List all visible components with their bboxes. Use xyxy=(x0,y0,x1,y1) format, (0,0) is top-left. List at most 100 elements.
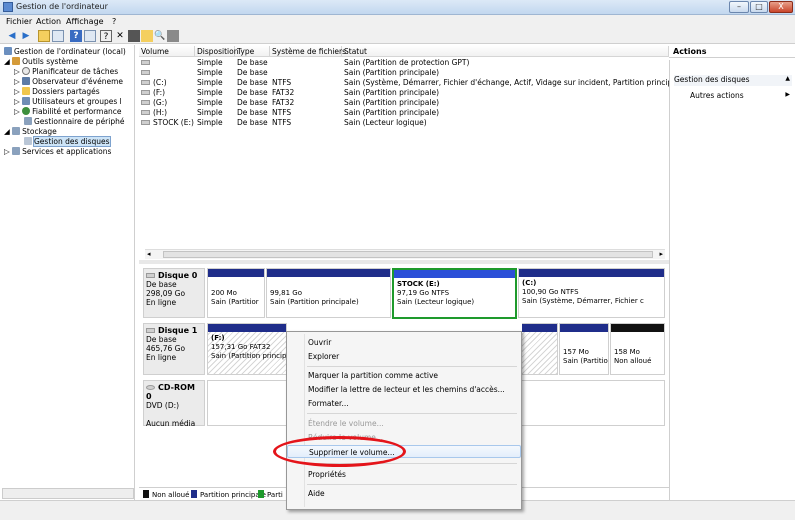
navigation-tree: Gestion de l'ordinateur (local) ◢ Outils… xyxy=(2,45,135,500)
device-manager-icon xyxy=(24,117,32,125)
table-row[interactable]: Simple De base Sain (Partition de protecti… xyxy=(139,58,669,68)
table-row[interactable]: (G:) Simple De base FAT32 Sain (Partition pr… xyxy=(139,98,669,108)
volume-icon xyxy=(141,100,150,105)
column-type[interactable]: Type xyxy=(235,46,270,57)
disk0-partition-stock[interactable]: STOCK (E:) 97,19 Go NTFS Sain (Lecteur l… xyxy=(392,268,517,319)
primary-partition-bar xyxy=(519,269,664,277)
cell-fs: FAT32 xyxy=(272,88,295,97)
disk0-partition-200mo[interactable]: 200 Mo Sain (Partitior xyxy=(207,268,265,318)
cell-fs: NTFS xyxy=(272,108,292,117)
tree-horizontal-scrollbar[interactable] xyxy=(2,488,134,499)
ctx-mark-active[interactable]: Marquer la partition comme active xyxy=(287,369,521,382)
forward-arrow-icon[interactable]: ▶ xyxy=(20,30,32,42)
pane-splitter[interactable] xyxy=(139,260,669,264)
tree-item-local-users[interactable]: ▷ Utilisateurs et groupes l xyxy=(14,97,122,107)
folder-icon[interactable] xyxy=(141,30,153,42)
cdrom0-label[interactable]: CD-ROM 0 DVD (D:) Aucun média xyxy=(143,380,205,428)
disk0-partition-99go[interactable]: 99,81 Go Sain (Partition principale) xyxy=(266,268,391,318)
table-row[interactable]: (C:) Simple De base NTFS Sain (Système, Déma… xyxy=(139,78,684,88)
storage-icon xyxy=(12,127,21,135)
scroll-right-icon[interactable]: ▸ xyxy=(659,250,663,258)
cell-volume: (G:) xyxy=(141,98,167,108)
tree-item-shared-folders[interactable]: ▷ Dossiers partagés xyxy=(14,87,100,97)
table-row[interactable]: Simple De base Sain (Partition principale) xyxy=(139,68,669,78)
toolbar: ◀ ▶ ? ? ✕ 🔍 xyxy=(0,28,795,44)
submenu-arrow-icon: ▶ xyxy=(785,91,790,98)
collapse-up-icon[interactable]: ▲ xyxy=(785,75,790,82)
ctx-explorer[interactable]: Explorer xyxy=(287,350,521,363)
tree-item-root[interactable]: Gestion de l'ordinateur (local) xyxy=(4,47,126,57)
column-disposition[interactable]: Disposition xyxy=(195,46,238,57)
disk0-label[interactable]: Disque 0 De base 298,09 Go En ligne xyxy=(143,268,205,318)
back-arrow-icon[interactable]: ◀ xyxy=(6,30,18,42)
actions-section-disk-management[interactable]: Gestion des disques ▲ xyxy=(674,75,792,86)
cell-status: Sain (Partition de protection GPT) xyxy=(344,58,470,67)
help-icon[interactable]: ? xyxy=(70,30,82,42)
disk-icon xyxy=(146,273,155,278)
legend-swatch xyxy=(191,490,197,498)
disk1-partition-hidden[interactable] xyxy=(522,323,558,375)
disk1-label[interactable]: Disque 1 De base 465,76 Go En ligne xyxy=(143,323,205,375)
column-status[interactable]: Statut xyxy=(342,46,669,57)
cell-volume: (H:) xyxy=(141,108,167,118)
table-row[interactable]: (F:) Simple De base FAT32 Sain (Partition pr… xyxy=(139,88,669,98)
delete-icon[interactable]: ✕ xyxy=(114,30,126,42)
tree-item-storage[interactable]: ◢ Stockage xyxy=(4,127,57,137)
cell-type: De base xyxy=(237,78,268,87)
properties-icon[interactable] xyxy=(84,30,96,42)
context-menu: Ouvrir Explorer Marquer la partition com… xyxy=(286,331,522,510)
scroll-thumb[interactable] xyxy=(163,251,653,258)
column-filesystem[interactable]: Système de fichiers xyxy=(270,46,346,57)
help-doc-icon[interactable]: ? xyxy=(100,30,112,42)
cell-type: De base xyxy=(237,108,268,117)
disk-icon[interactable] xyxy=(167,30,179,42)
actions-other-actions[interactable]: Autres actions ▶ xyxy=(690,91,792,100)
cell-status: Sain (Partition principale) xyxy=(344,98,440,107)
actions-pane: Gestion des disques ▲ Autres actions ▶ xyxy=(669,60,795,500)
tree-item-device-manager[interactable]: Gestionnaire de périphé xyxy=(24,117,124,127)
scroll-left-icon[interactable]: ◂ xyxy=(147,250,151,258)
close-button[interactable]: X xyxy=(769,1,793,13)
column-volume[interactable]: Volume xyxy=(139,46,195,57)
ctx-ouvrir[interactable]: Ouvrir xyxy=(287,336,521,349)
ctx-properties[interactable]: Propriétés xyxy=(287,468,521,481)
minimize-button[interactable]: – xyxy=(729,1,749,13)
disk1-unallocated[interactable]: 158 Mo Non alloué xyxy=(610,323,665,375)
clock-icon xyxy=(22,67,31,75)
cell-disposition: Simple xyxy=(197,118,223,127)
tree-item-system-tools[interactable]: ◢ Outils système xyxy=(4,57,78,67)
volume-list-scrollbar[interactable]: ◂ ▸ xyxy=(145,249,665,259)
cell-disposition: Simple xyxy=(197,58,223,67)
tree-item-event-viewer[interactable]: ▷ Observateur d'événeme xyxy=(14,77,123,87)
tree-item-task-scheduler[interactable]: ▷ Planificateur de tâches xyxy=(14,67,118,77)
disk1-partition-157mo[interactable]: 157 Mo Sain (Partitio xyxy=(559,323,609,375)
open-icon[interactable] xyxy=(128,30,140,42)
disk0-partition-c[interactable]: (C:) 100,90 Go NTFS Sain (Système, Démar… xyxy=(518,268,665,318)
up-folder-icon[interactable] xyxy=(38,30,50,42)
cell-type: De base xyxy=(237,58,268,67)
table-row[interactable]: STOCK (E:) Simple De base NTFS Sain (Lecteur… xyxy=(139,118,669,128)
menu-action[interactable]: Action xyxy=(36,17,61,26)
computer-icon xyxy=(4,47,12,55)
volume-icon xyxy=(141,70,150,75)
tree-item-services-apps[interactable]: ▷ Services et applications xyxy=(4,147,111,157)
disk1-partition-f[interactable]: (F:) 157,31 Go FAT32 Sain (Partition pri… xyxy=(207,323,287,375)
ctx-change-letter[interactable]: Modifier la lettre de lecteur et les che… xyxy=(287,383,521,396)
cd-icon xyxy=(146,385,155,390)
search-icon[interactable]: 🔍 xyxy=(154,30,166,42)
cell-type: De base xyxy=(237,88,268,97)
tree-item-reliability[interactable]: ▷ Fiabilité et performance xyxy=(14,107,122,117)
tree-item-disk-management[interactable]: Gestion des disques xyxy=(24,136,111,147)
ctx-format[interactable]: Formater... xyxy=(287,397,521,410)
primary-partition-bar xyxy=(522,324,557,332)
menu-affichage[interactable]: Affichage xyxy=(66,17,104,26)
logical-drive-bar xyxy=(394,270,515,278)
ctx-help[interactable]: Aide xyxy=(287,487,521,500)
menu-help[interactable]: ? xyxy=(112,17,116,26)
menu-fichier[interactable]: Fichier xyxy=(6,17,32,26)
show-tree-icon[interactable] xyxy=(52,30,64,42)
maximize-button[interactable]: □ xyxy=(750,1,768,13)
volume-icon xyxy=(141,80,150,85)
table-row[interactable]: (H:) Simple De base NTFS Sain (Partition pri… xyxy=(139,108,669,118)
window-title: Gestion de l'ordinateur xyxy=(16,2,108,11)
